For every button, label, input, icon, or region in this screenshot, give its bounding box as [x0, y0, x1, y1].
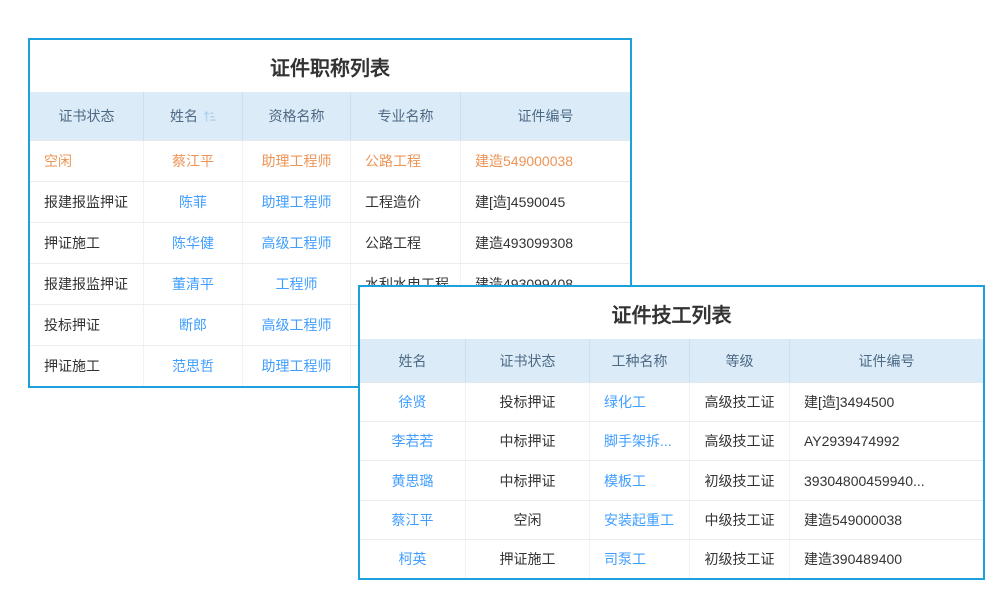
- cell-level: 高级技工证: [690, 422, 790, 460]
- sort-ascending-icon[interactable]: [203, 110, 216, 123]
- cell-level: 初级技工证: [690, 540, 790, 578]
- cell-cert-no: 建[造]3494500: [790, 383, 983, 421]
- cell-status: 押证施工: [30, 346, 144, 386]
- table-row[interactable]: 蔡江平 空闲 安装起重工 中级技工证 建造549000038: [360, 500, 983, 539]
- cell-name-link[interactable]: 蔡江平: [144, 141, 243, 181]
- cell-status: 报建报监押证: [30, 182, 144, 222]
- cell-cert-no: 39304800459940...: [790, 461, 983, 499]
- column-header-status: 证书状态: [30, 92, 144, 140]
- cell-status: 空闲: [466, 501, 590, 539]
- cell-name-link[interactable]: 陈菲: [144, 182, 243, 222]
- cell-name-link[interactable]: 黄思璐: [360, 461, 466, 499]
- column-header-name: 姓名: [360, 339, 466, 382]
- cell-qualification-link[interactable]: 助理工程师: [243, 182, 351, 222]
- cell-name-link[interactable]: 断郎: [144, 305, 243, 345]
- cell-status: 投标押证: [30, 305, 144, 345]
- column-header-name[interactable]: 姓名: [144, 92, 243, 140]
- cell-name-link[interactable]: 范思哲: [144, 346, 243, 386]
- cell-level: 高级技工证: [690, 383, 790, 421]
- cell-qualification-link[interactable]: 助理工程师: [243, 346, 351, 386]
- cell-level: 初级技工证: [690, 461, 790, 499]
- table-row[interactable]: 徐贤 投标押证 绿化工 高级技工证 建[造]3494500: [360, 382, 983, 421]
- page-title: 证件职称列表: [30, 40, 630, 92]
- cell-job-type-link[interactable]: 模板工: [590, 461, 690, 499]
- cell-name-link[interactable]: 蔡江平: [360, 501, 466, 539]
- cell-name-link[interactable]: 陈华健: [144, 223, 243, 263]
- cell-cert-no: 建造549000038: [461, 141, 630, 181]
- cell-major: 工程造价: [351, 182, 461, 222]
- column-header-cert-no: 证件编号: [790, 339, 983, 382]
- cell-qualification-link[interactable]: 高级工程师: [243, 223, 351, 263]
- cell-status: 报建报监押证: [30, 264, 144, 304]
- cell-qualification-link[interactable]: 工程师: [243, 264, 351, 304]
- worker-certificate-table-panel: 证件技工列表 姓名 证书状态 工种名称 等级 证件编号 徐贤 投标押证 绿化工 …: [358, 285, 985, 580]
- cell-status: 押证施工: [30, 223, 144, 263]
- cell-name-link[interactable]: 徐贤: [360, 383, 466, 421]
- column-header-cert-no: 证件编号: [461, 92, 630, 140]
- cell-name-link[interactable]: 李若若: [360, 422, 466, 460]
- cell-cert-no: 建[造]4590045: [461, 182, 630, 222]
- table-row[interactable]: 押证施工 陈华健 高级工程师 公路工程 建造493099308: [30, 222, 630, 263]
- cell-cert-no: 建造549000038: [790, 501, 983, 539]
- cell-job-type-link[interactable]: 安装起重工: [590, 501, 690, 539]
- table-row[interactable]: 李若若 中标押证 脚手架拆... 高级技工证 AY2939474992: [360, 421, 983, 460]
- column-header-status: 证书状态: [466, 339, 590, 382]
- cell-cert-no: AY2939474992: [790, 422, 983, 460]
- cell-qualification-link[interactable]: 助理工程师: [243, 141, 351, 181]
- table-header-row: 姓名 证书状态 工种名称 等级 证件编号: [360, 339, 983, 382]
- column-header-job-type: 工种名称: [590, 339, 690, 382]
- cell-status: 投标押证: [466, 383, 590, 421]
- cell-job-type-link[interactable]: 脚手架拆...: [590, 422, 690, 460]
- cell-name-link[interactable]: 董清平: [144, 264, 243, 304]
- cell-major: 公路工程: [351, 223, 461, 263]
- column-header-major: 专业名称: [351, 92, 461, 140]
- cell-status: 中标押证: [466, 422, 590, 460]
- cell-job-type-link[interactable]: 司泵工: [590, 540, 690, 578]
- cell-cert-no: 建造493099308: [461, 223, 630, 263]
- table-header-row: 证书状态 姓名 资格名称 专业名称 证件编号: [30, 92, 630, 140]
- table-row[interactable]: 黄思璐 中标押证 模板工 初级技工证 39304800459940...: [360, 460, 983, 499]
- table-row[interactable]: 报建报监押证 陈菲 助理工程师 工程造价 建[造]4590045: [30, 181, 630, 222]
- cell-level: 中级技工证: [690, 501, 790, 539]
- cell-qualification-link[interactable]: 高级工程师: [243, 305, 351, 345]
- cell-name-link[interactable]: 柯英: [360, 540, 466, 578]
- cell-status: 中标押证: [466, 461, 590, 499]
- page-title: 证件技工列表: [360, 287, 983, 339]
- cell-job-type-link[interactable]: 绿化工: [590, 383, 690, 421]
- table-row[interactable]: 空闲 蔡江平 助理工程师 公路工程 建造549000038: [30, 140, 630, 181]
- worker-table-body: 徐贤 投标押证 绿化工 高级技工证 建[造]3494500 李若若 中标押证 脚…: [360, 382, 983, 578]
- cell-status: 空闲: [30, 141, 144, 181]
- cell-status: 押证施工: [466, 540, 590, 578]
- column-header-qualification: 资格名称: [243, 92, 351, 140]
- cell-cert-no: 建造390489400: [790, 540, 983, 578]
- table-row[interactable]: 柯英 押证施工 司泵工 初级技工证 建造390489400: [360, 539, 983, 578]
- column-header-level: 等级: [690, 339, 790, 382]
- cell-major: 公路工程: [351, 141, 461, 181]
